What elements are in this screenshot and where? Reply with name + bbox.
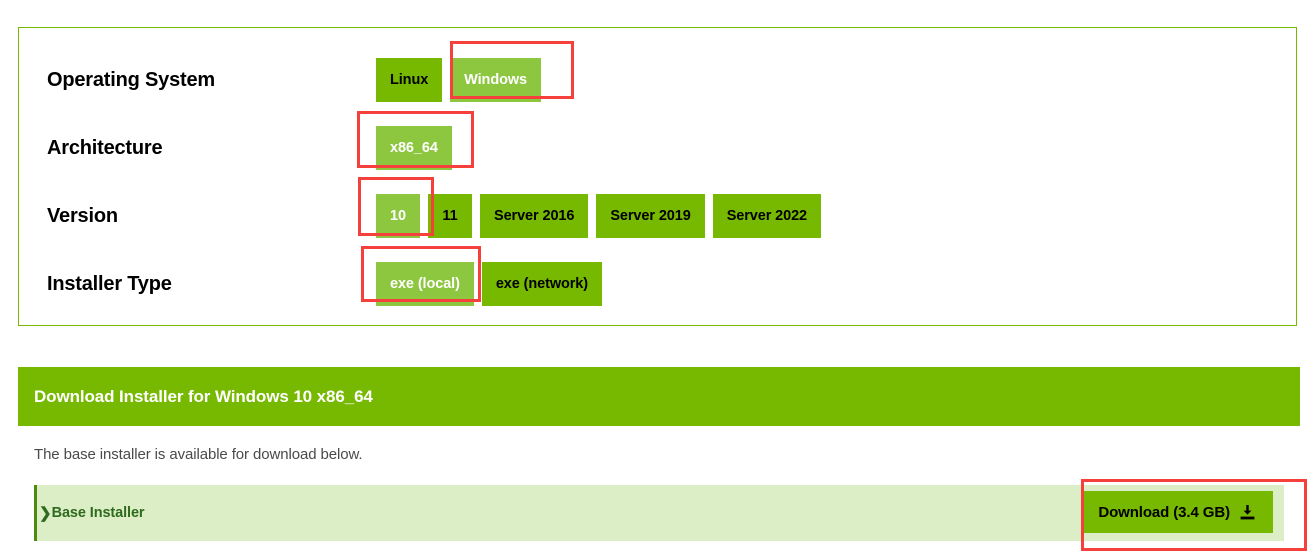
option-exe-local[interactable]: exe (local) [376,262,474,306]
download-panel-body: The base installer is available for down… [18,426,1300,541]
selector-panel: Operating System Linux Windows Architect… [18,27,1297,326]
download-button-label: Download (3.4 GB) [1098,503,1230,521]
option-row-installer-type: Installer Type exe (local) exe (network) [19,250,1296,318]
download-note: The base installer is available for down… [34,446,363,463]
download-panel: Download Installer for Windows 10 x86_64… [18,367,1300,541]
option-group-operating-system: Linux Windows [376,46,541,114]
option-group-version: 10 11 Server 2016 Server 2019 Server 202… [376,182,822,250]
option-group-architecture: x86_64 [376,114,452,182]
option-version-server-2022[interactable]: Server 2022 [712,194,822,238]
download-panel-title: Download Installer for Windows 10 x86_64 [34,386,373,406]
base-installer-row[interactable]: ❯ Base Installer Download (3.4 GB) [34,485,1284,541]
option-x86-64[interactable]: x86_64 [376,126,452,170]
base-installer-label: Base Installer [51,505,145,521]
download-panel-header: Download Installer for Windows 10 x86_64 [18,367,1300,426]
download-button[interactable]: Download (3.4 GB) [1081,491,1273,533]
download-icon [1239,504,1256,521]
option-version-11[interactable]: 11 [428,194,472,238]
row-label-architecture: Architecture [47,136,163,159]
option-version-server-2016[interactable]: Server 2016 [480,194,589,238]
option-row-architecture: Architecture x86_64 [19,114,1296,182]
row-label-installer-type: Installer Type [47,272,172,295]
row-label-operating-system: Operating System [47,68,215,91]
option-version-10[interactable]: 10 [376,194,420,238]
option-group-installer-type: exe (local) exe (network) [376,250,602,318]
option-version-server-2019[interactable]: Server 2019 [596,194,705,238]
row-label-version: Version [47,204,118,227]
option-row-operating-system: Operating System Linux Windows [19,46,1296,114]
option-windows[interactable]: Windows [450,58,541,102]
chevron-right-icon: ❯ [39,504,52,522]
option-exe-network[interactable]: exe (network) [481,262,602,306]
option-linux[interactable]: Linux [376,58,443,102]
option-row-version: Version 10 11 Server 2016 Server 2019 Se… [19,182,1296,250]
